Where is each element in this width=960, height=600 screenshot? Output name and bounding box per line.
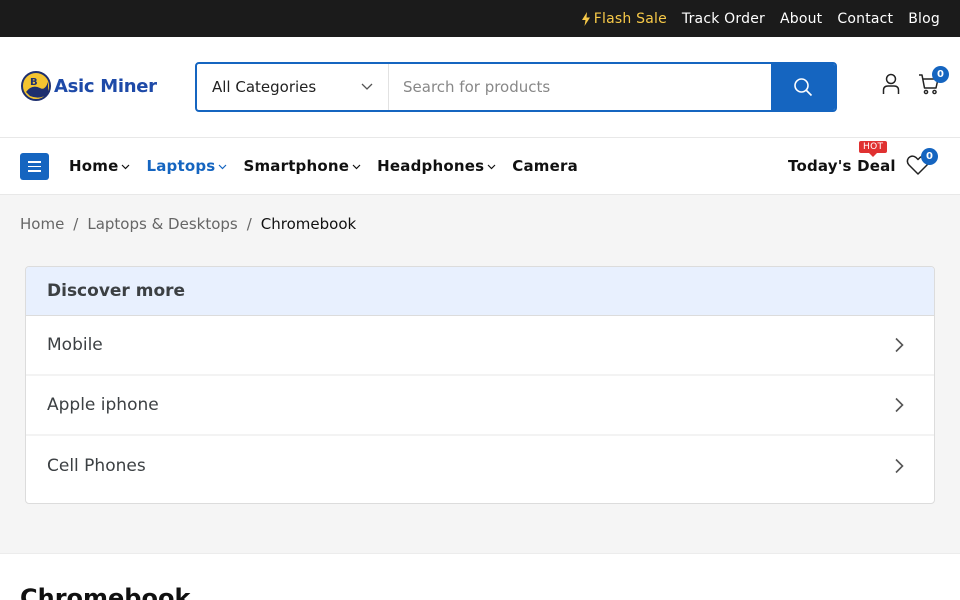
site-logo[interactable]: B Asic Miner — [20, 70, 157, 102]
wishlist-button[interactable]: 0 — [906, 148, 938, 176]
user-icon — [882, 73, 900, 94]
hot-badge: HOT — [859, 141, 888, 157]
nav-item-home[interactable]: Home — [69, 157, 130, 175]
chevron-down-icon — [352, 164, 361, 170]
category-select[interactable]: All Categories — [197, 64, 389, 110]
discover-item-apple-iphone[interactable]: Apple iphone — [26, 376, 934, 436]
discover-more-panel: Discover more Mobile Apple iphone Cell P… — [25, 266, 935, 504]
breadcrumb: Home / Laptops & Desktops / Chromebook — [20, 215, 356, 233]
breadcrumb-home[interactable]: Home — [20, 215, 64, 233]
flash-sale-label: Flash Sale — [593, 10, 667, 27]
page-title: Chromebook — [20, 584, 191, 600]
nav-item-smartphone[interactable]: Smartphone — [243, 157, 361, 175]
nav-item-label: Camera — [512, 157, 578, 175]
nav-item-laptops[interactable]: Laptops — [146, 157, 227, 175]
breadcrumb-separator: / — [246, 215, 252, 233]
about-link[interactable]: About — [780, 11, 822, 27]
track-order-link[interactable]: Track Order — [682, 11, 765, 27]
search-button[interactable] — [771, 64, 835, 110]
search-input[interactable] — [389, 64, 771, 110]
svg-text:B: B — [30, 77, 38, 88]
wishlist-count-badge: 0 — [921, 148, 938, 165]
nav-item-headphones[interactable]: Headphones — [377, 157, 496, 175]
search-icon — [794, 78, 813, 97]
nav-item-label: Headphones — [377, 157, 485, 175]
logo-icon: B — [20, 70, 52, 102]
hamburger-icon — [28, 161, 41, 163]
cart-button[interactable]: 0 — [918, 66, 949, 95]
chevron-down-icon — [487, 164, 496, 170]
flash-sale-link[interactable]: Flash Sale — [581, 11, 667, 27]
chevron-down-icon — [219, 164, 227, 170]
discover-item-mobile[interactable]: Mobile — [26, 316, 934, 376]
nav-item-label: Smartphone — [243, 157, 350, 175]
discover-more-title: Discover more — [26, 267, 934, 316]
breadcrumb-laptops-desktops[interactable]: Laptops & Desktops — [87, 215, 237, 233]
breadcrumb-current: Chromebook — [260, 215, 357, 233]
chevron-down-icon — [361, 83, 373, 90]
top-bar: Flash Sale Track Order About Contact Blo… — [0, 0, 960, 37]
header-icons: 0 — [864, 66, 949, 95]
nav-item-camera[interactable]: Camera — [512, 157, 578, 175]
bolt-icon — [581, 11, 590, 26]
category-select-value: All Categories — [212, 78, 317, 96]
contact-link[interactable]: Contact — [837, 11, 893, 27]
category-header-section: Chromebook — [0, 553, 960, 600]
discover-item-label: Mobile — [47, 335, 103, 355]
discover-item-label: Cell Phones — [47, 456, 146, 476]
chevron-right-icon — [895, 337, 904, 353]
discover-item-cell-phones[interactable]: Cell Phones — [26, 436, 934, 496]
nav-item-label: Laptops — [146, 157, 216, 175]
discover-item-label: Apple iphone — [47, 395, 159, 415]
chevron-right-icon — [895, 397, 904, 413]
category-menu-button[interactable] — [20, 153, 49, 180]
logo-text: Asic Miner — [54, 75, 157, 97]
main-nav: Home Laptops Smartphone Headphones Camer… — [0, 138, 960, 195]
cart-count-badge: 0 — [932, 66, 949, 83]
site-header: B Asic Miner All Categories 0 — [0, 37, 960, 138]
blog-link[interactable]: Blog — [908, 11, 940, 27]
nav-items: Home Laptops Smartphone Headphones Camer… — [69, 138, 594, 194]
search-bar: All Categories — [195, 62, 837, 112]
account-button[interactable] — [882, 73, 900, 95]
todays-deal-link[interactable]: Today's Deal — [788, 157, 896, 175]
nav-item-label: Home — [69, 157, 119, 175]
breadcrumb-separator: / — [73, 215, 79, 233]
chevron-right-icon — [895, 458, 904, 474]
chevron-down-icon — [122, 164, 130, 170]
